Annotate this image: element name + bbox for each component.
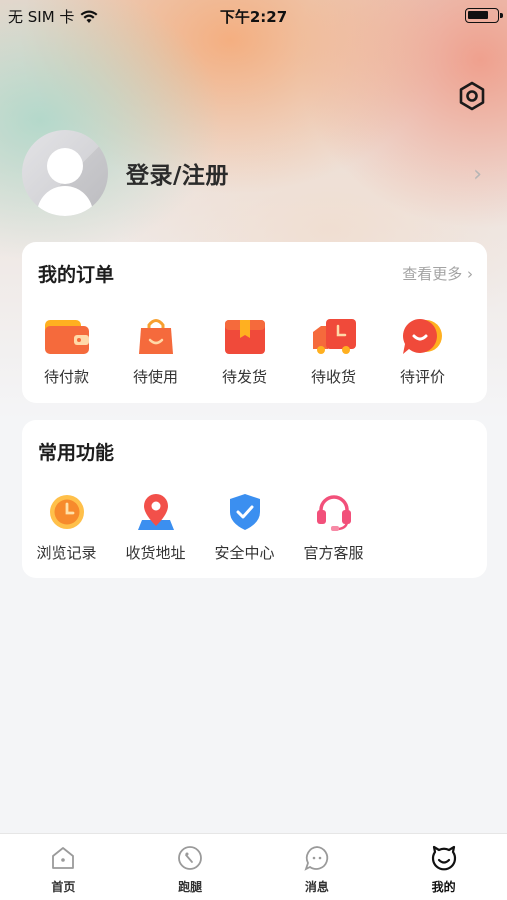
settings-hexagon-icon[interactable]	[456, 80, 488, 112]
shopping-bag-icon	[138, 319, 173, 354]
order-label: 待收货	[310, 368, 356, 386]
avatar[interactable]	[22, 130, 108, 216]
tab-label: 我的	[431, 880, 456, 894]
order-pending-payment[interactable]: 待付款	[22, 316, 111, 387]
function-browse-history[interactable]: 浏览记录	[22, 492, 111, 563]
status-bar: 无 SIM 卡 下午2:27	[0, 0, 507, 30]
function-label: 浏览记录	[36, 544, 97, 562]
order-to-ship[interactable]: 待发货	[200, 316, 289, 387]
function-label: 安全中心	[214, 544, 275, 562]
function-shipping-address[interactable]: 收货地址	[111, 492, 200, 563]
wallet-icon	[44, 320, 89, 354]
tab-errand[interactable]: 跑腿	[127, 834, 254, 900]
clock-icon	[49, 495, 84, 529]
bottom-tab-bar: 首页 跑腿 消息 我的	[0, 833, 507, 900]
profile-login-row[interactable]: 登录/注册 ›	[22, 128, 488, 218]
view-more-link[interactable]: 查看更多 ›	[402, 263, 473, 284]
order-label: 待评价	[399, 368, 445, 386]
battery-icon	[465, 8, 503, 23]
tab-label: 跑腿	[178, 880, 203, 894]
order-to-receive[interactable]: 待收货	[289, 316, 378, 387]
tab-messages[interactable]: 消息	[254, 834, 381, 900]
function-label: 官方客服	[303, 544, 364, 562]
order-label: 待付款	[43, 368, 89, 386]
order-to-use[interactable]: 待使用	[111, 316, 200, 387]
headset-icon	[316, 495, 351, 531]
functions-grid: 浏览记录 收货地址 安全中心 官方客服	[22, 492, 378, 563]
function-customer-service[interactable]: 官方客服	[289, 492, 378, 563]
order-label: 待发货	[221, 368, 267, 386]
common-functions-card: 常用功能 浏览记录 收货地址 安全中心 官方客服	[22, 420, 487, 578]
message-icon	[304, 846, 329, 871]
shield-check-icon	[229, 494, 260, 530]
orders-grid: 待付款 待使用 待发货 待收货 待评价	[22, 316, 467, 387]
login-register-link[interactable]: 登录/注册	[126, 156, 229, 190]
status-time: 下午2:27	[219, 8, 288, 26]
order-label: 待使用	[132, 368, 178, 386]
delivery-truck-icon	[312, 319, 356, 354]
orders-title: 我的订单	[38, 264, 115, 286]
package-box-icon	[224, 320, 265, 354]
my-orders-card: 我的订单 查看更多 › 待付款 待使用 待发货 待收货 待评价	[22, 242, 487, 403]
tab-home[interactable]: 首页	[0, 834, 127, 900]
location-pin-icon	[137, 494, 174, 530]
comment-bubble-icon	[402, 319, 442, 354]
functions-title: 常用功能	[38, 442, 115, 464]
mine-face-icon	[431, 845, 456, 871]
tab-label: 首页	[51, 880, 76, 894]
function-label: 收货地址	[125, 544, 186, 562]
tab-mine[interactable]: 我的	[380, 834, 507, 900]
tab-label: 消息	[304, 880, 329, 894]
home-icon	[52, 847, 75, 869]
errand-icon	[178, 846, 203, 870]
chevron-right-icon: ›	[473, 162, 482, 187]
order-to-review[interactable]: 待评价	[378, 316, 467, 387]
function-security-center[interactable]: 安全中心	[200, 492, 289, 563]
